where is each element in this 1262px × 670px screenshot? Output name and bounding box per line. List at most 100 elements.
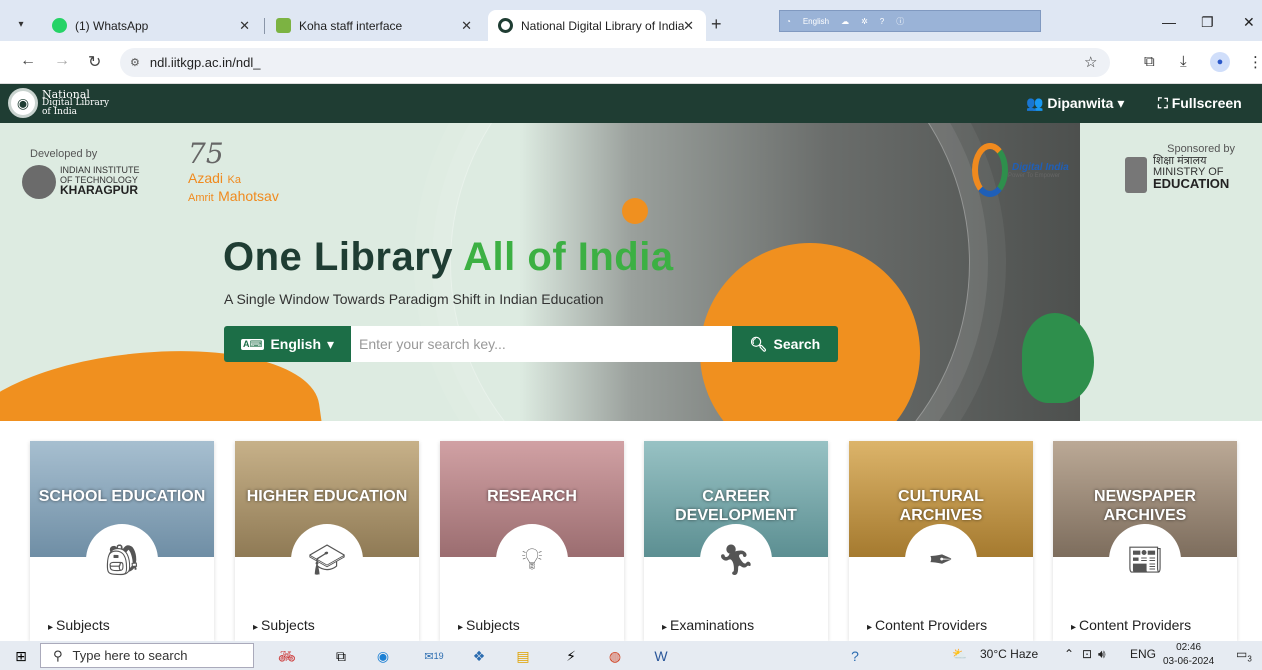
tab-whatsapp[interactable]: (1) WhatsApp ✕ [42,10,262,41]
help-icon[interactable]: ? [844,646,866,666]
dropbox-icon[interactable]: ❖ [468,646,490,666]
tab-koha[interactable]: Koha staff interface ✕ [266,10,484,41]
sponsored-by-block: Sponsored by शिक्षा मंत्रालय MINISTRY OF… [1115,143,1245,193]
runner-icon: 🏃︎ [700,524,772,596]
chevron-down-icon: ▾ [327,335,335,352]
ndl-logo[interactable]: ◉ National Digital Library of India [8,88,109,118]
download-icon[interactable]: ⤓ [1180,53,1187,70]
clock-time: 02:46 [1176,642,1202,653]
language-bar[interactable]: ◔ English ☁ ✲ ? ⓘ [779,10,1041,32]
azadi-ka: Ka [227,174,241,186]
chrome-icon[interactable]: ◍ [604,646,626,666]
close-tab-icon[interactable]: ✕ [683,18,694,34]
hero-banner: Developed by INDIAN INSTITUTE OF TECHNOL… [0,123,1262,421]
chevron-up-icon[interactable]: ⌃ [1064,647,1074,661]
card-link[interactable]: Subjects [458,617,520,633]
notification-count: 3 [1247,654,1252,664]
fullscreen-button[interactable]: ⛶ Fullscreen [1158,95,1242,112]
graduate-icon: 🎓︎ [291,524,363,596]
language-label: English [802,16,830,26]
cloud-icon: ☁ [841,16,850,26]
expand-icon: ⛶ [1158,95,1168,111]
national-emblem-icon [1125,157,1147,193]
lightbulb-icon: 💡︎ [496,524,568,596]
card-cultural-archives[interactable]: CULTURAL ARCHIVES ✒︎ Content Providers [849,441,1033,641]
digital-india-icon [972,143,1008,197]
close-tab-icon[interactable]: ✕ [461,18,472,34]
weather-text[interactable]: 30°C Haze [980,647,1038,661]
chevron-down-icon: ▾ [1117,95,1125,111]
close-window-button[interactable]: ✕ [1243,14,1255,31]
tab-search-button[interactable]: ▾ [10,13,32,35]
volume-icon[interactable]: 🔊︎ [1098,647,1106,662]
menu-kebab-icon[interactable]: ⋮ [1248,53,1262,71]
newspaper-icon: 📰︎ [1109,524,1181,596]
card-link[interactable]: Content Providers [867,617,987,633]
forward-button[interactable]: → [54,52,70,70]
card-link[interactable]: Subjects [253,617,315,633]
quill-icon: ✒︎ [905,524,977,596]
windows-start-icon[interactable]: ⊞ [10,646,32,666]
card-newspaper-archives[interactable]: NEWSPAPER ARCHIVES 📰︎ Content Providers [1053,441,1237,641]
task-view-icon[interactable]: ⧉ [330,646,352,666]
notification-icon[interactable]: ▭3 [1236,647,1252,663]
address-bar[interactable]: ⚙ ndl.iitkgp.ac.in/ndl_ [120,48,1110,77]
bookmark-star-icon[interactable]: ☆ [1084,53,1097,71]
card-title: CULTURAL ARCHIVES [898,488,984,524]
restore-button[interactable]: ❐ [1201,14,1214,31]
tab-ndl[interactable]: National Digital Library of India ✕ [488,10,706,41]
card-career-development[interactable]: CAREER DEVELOPMENT 🏃︎ Examinations [644,441,828,641]
iit-line1: INDIAN INSTITUTE [60,165,140,175]
card-link[interactable]: Content Providers [1071,617,1191,633]
profile-icon[interactable]: ● [1210,52,1230,72]
help-icon: ? [879,16,885,26]
back-button[interactable]: ← [20,52,36,70]
extensions-icon[interactable]: ⧉ [1144,53,1155,70]
card-research[interactable]: RESEARCH 💡︎ Subjects [440,441,624,641]
taskbar-search[interactable]: ⚲ Type here to search [40,643,254,668]
card-link[interactable]: Subjects [48,617,110,633]
hero-title-part1: One Library [223,235,454,279]
site-info-icon[interactable]: ⚙ [130,56,140,69]
card-school-education[interactable]: SCHOOL EDUCATION 🎒︎ Subjects [30,441,214,641]
input-language[interactable]: ENG [1130,647,1156,661]
bicycle-icon: 🚲︎ [278,647,296,664]
edge-icon[interactable]: ◉ [372,646,394,666]
close-tab-icon[interactable]: ✕ [239,18,250,34]
settings-icon: ✲ [861,16,868,26]
site-header: ◉ National Digital Library of India 👥 Di… [0,84,1262,123]
hero-title: One Library All of India [223,235,674,280]
card-title: SCHOOL EDUCATION [38,488,206,505]
minimize-button[interactable]: — [1162,14,1176,30]
fullscreen-label: Fullscreen [1171,95,1242,111]
card-higher-education[interactable]: HIGHER EDUCATION 🎓︎ Subjects [235,441,419,641]
word-icon[interactable]: W [650,646,672,666]
ndl-favicon-icon [498,18,513,33]
tab-title: National Digital Library of India [521,18,685,33]
digital-india-text: Digital India [1012,161,1069,173]
search-button[interactable]: 🔍︎ Search [732,326,838,362]
backpack-icon: 🎒︎ [86,524,158,596]
card-title: CAREER DEVELOPMENT [675,488,797,524]
network-icon[interactable]: ⊡ [1082,647,1092,661]
ministry-line2: EDUCATION [1153,176,1230,191]
reload-button[interactable]: ↻ [88,52,101,72]
user-menu[interactable]: 👥 Dipanwita ▾ [1026,95,1124,112]
iit-kgp-seal-icon [22,165,56,199]
language-dropdown[interactable]: A⌨ English ▾ [224,326,351,362]
card-title: NEWSPAPER ARCHIVES [1094,488,1196,524]
digital-india-logo: Digital India Power To Empower [972,143,1069,197]
digital-india-sub: Power To Empower [1008,172,1060,179]
azadi-ka-amrit-mahotsav-logo: 75 Azadi Ka Amrit Mahotsav [188,137,279,206]
mail-icon[interactable]: ✉ 19 [418,646,450,666]
search-input[interactable] [351,326,732,362]
koha-icon [276,18,291,33]
new-tab-button[interactable]: + [711,14,722,35]
app-icon[interactable]: ⚡ [560,646,582,666]
azadi-word: Azadi [188,170,224,186]
taskbar-search-placeholder: Type here to search [72,648,188,663]
card-link[interactable]: Examinations [662,617,754,633]
whatsapp-icon [52,18,67,33]
clock[interactable]: 02:46 03-06-2024 [1163,641,1214,669]
file-explorer-icon[interactable]: ▤ [512,646,534,666]
